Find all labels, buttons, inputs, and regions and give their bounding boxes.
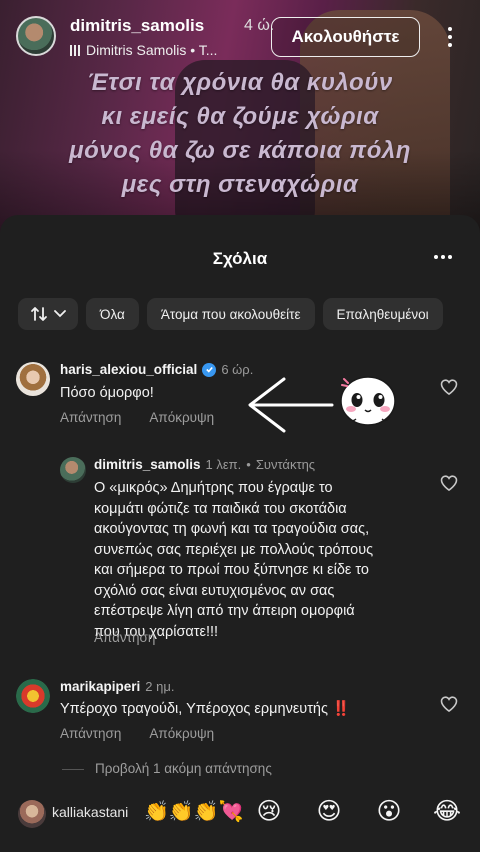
comment-actions: Απάντηση Απόκρυψη: [60, 726, 214, 741]
comment-username[interactable]: dimitris_samolis: [94, 457, 201, 472]
comment-text-line: ακούγοντας τη φωνή και τα τραγούδια σας,: [94, 521, 370, 537]
post-time: 4 ώ.: [244, 17, 275, 34]
filter-following[interactable]: Άτομα που ακολουθείτε: [146, 298, 315, 330]
verified-badge-icon: [202, 362, 217, 377]
comment-text: Πόσο όμορφο!: [60, 385, 154, 401]
replies-divider: [62, 769, 84, 770]
comment-text: Υπέροχο τραγούδι, Υπέροχος ερμηνευτής ‼️: [60, 701, 351, 717]
cute-face-sticker-icon: [340, 376, 396, 426]
laughing-emoji-button[interactable]: 😂: [433, 798, 461, 826]
lyrics-overlay: Έτσι τα χρόνια θα κυλούν κι εμείς θα ζού…: [0, 66, 480, 202]
heart-outline-icon[interactable]: [439, 694, 459, 714]
current-user-avatar: [18, 800, 46, 828]
hide-button[interactable]: Απόκρυψη: [149, 410, 214, 425]
arrow-annotation-icon: [248, 377, 334, 433]
comment-actions: Απάντηση: [94, 630, 155, 645]
composer-emoji-text: 👏👏👏💘: [144, 801, 244, 823]
heart-outline-icon[interactable]: [439, 377, 459, 397]
reply-button[interactable]: Απάντηση: [60, 410, 121, 425]
comment-filters: Όλα Άτομα που ακολουθείτε Επαληθευμένοι: [18, 298, 443, 330]
filter-verified[interactable]: Επαληθευμένοι: [322, 298, 443, 330]
lyrics-line: μες στη στεναχώρια: [121, 171, 359, 198]
comment-composer-bar: kalliakastani 👏👏👏💘 😢 😍 😮 😂: [0, 790, 480, 852]
author-username[interactable]: dimitris_samolis: [70, 16, 204, 36]
comment-text-line: Ο «μικρός» Δημήτρης που έγραψε το: [94, 480, 333, 496]
comment-text-line: επέστρεψε λίγη από την άπειρη ομορφιά: [94, 603, 355, 619]
audio-label-text: Dimitris Samolis • T...: [86, 42, 218, 58]
reel-header: dimitris_samolis 4 ώ. Dimitris Samolis •…: [0, 0, 480, 70]
audio-label[interactable]: Dimitris Samolis • T...: [70, 42, 217, 58]
commenter-avatar[interactable]: [60, 457, 86, 483]
comment-text-line: συνεπώς σας περιέχει με πολλούς τρόπους: [94, 541, 374, 558]
sheet-more-icon[interactable]: [434, 255, 452, 259]
crying-emoji-button[interactable]: 😢: [255, 798, 283, 826]
hide-button[interactable]: Απόκρυψη: [149, 726, 214, 741]
comment-text-line: σχόλιό σας είναι ευτυχισμένος αν σας: [94, 582, 335, 599]
comment-username[interactable]: marikapiperi: [60, 679, 140, 694]
author-role-label: Συντάκτης: [255, 457, 316, 472]
comment-actions: Απάντηση Απόκρυψη: [60, 410, 214, 425]
reply-button[interactable]: Απάντηση: [94, 630, 155, 645]
follow-button[interactable]: Ακολουθήστε: [271, 17, 420, 57]
lyrics-line: μόνος θα ζω σε κάποια πόλη: [69, 137, 411, 164]
heart-outline-icon[interactable]: [439, 473, 459, 493]
commenter-avatar[interactable]: [16, 679, 50, 713]
more-options-icon[interactable]: [440, 22, 460, 52]
lyrics-line: κι εμείς θα ζούμε χώρια: [101, 103, 379, 130]
commenter-avatar[interactable]: [16, 362, 50, 396]
chevron-down-icon: [54, 310, 66, 318]
reply-button[interactable]: Απάντηση: [60, 726, 121, 741]
surprised-emoji-button[interactable]: 😮: [375, 798, 403, 826]
comment-header: marikapiperi 2 ημ.: [60, 679, 174, 694]
sheet-title: Σχόλια: [212, 249, 268, 268]
comment-time: 2 ημ.: [145, 679, 175, 694]
sort-button[interactable]: [18, 298, 78, 330]
filter-all[interactable]: Όλα: [86, 298, 139, 330]
author-avatar[interactable]: [16, 16, 56, 56]
heart-eyes-emoji-button[interactable]: 😍: [315, 798, 343, 826]
comment-text-line: και σήμερα το πρωί που ξύπνησε κι είδε τ…: [94, 562, 369, 578]
comment-separator: •: [246, 457, 251, 472]
comment-header: haris_alexiou_official 6 ώρ.: [60, 362, 253, 377]
lyrics-line: Έτσι τα χρόνια θα κυλούν: [87, 69, 393, 96]
comment-time: 1 λεπ.: [205, 457, 242, 472]
audio-bars-icon: [70, 44, 80, 56]
comment-header: dimitris_samolis 1 λεπ. • Συντάκτης: [94, 457, 315, 472]
comment-username[interactable]: haris_alexiou_official: [60, 362, 197, 377]
comment-text: Ο «μικρός» Δημήτρης που έγραψε το κομμάτ…: [94, 478, 424, 642]
view-more-replies-button[interactable]: Προβολή 1 ακόμη απάντησης: [95, 761, 272, 776]
composer-username: kalliakastani: [52, 804, 129, 820]
comment-text-line: κομμάτι φώτιζε τα παιδικά του σκοτάδια: [94, 500, 347, 517]
sort-arrows-icon: [31, 307, 47, 321]
